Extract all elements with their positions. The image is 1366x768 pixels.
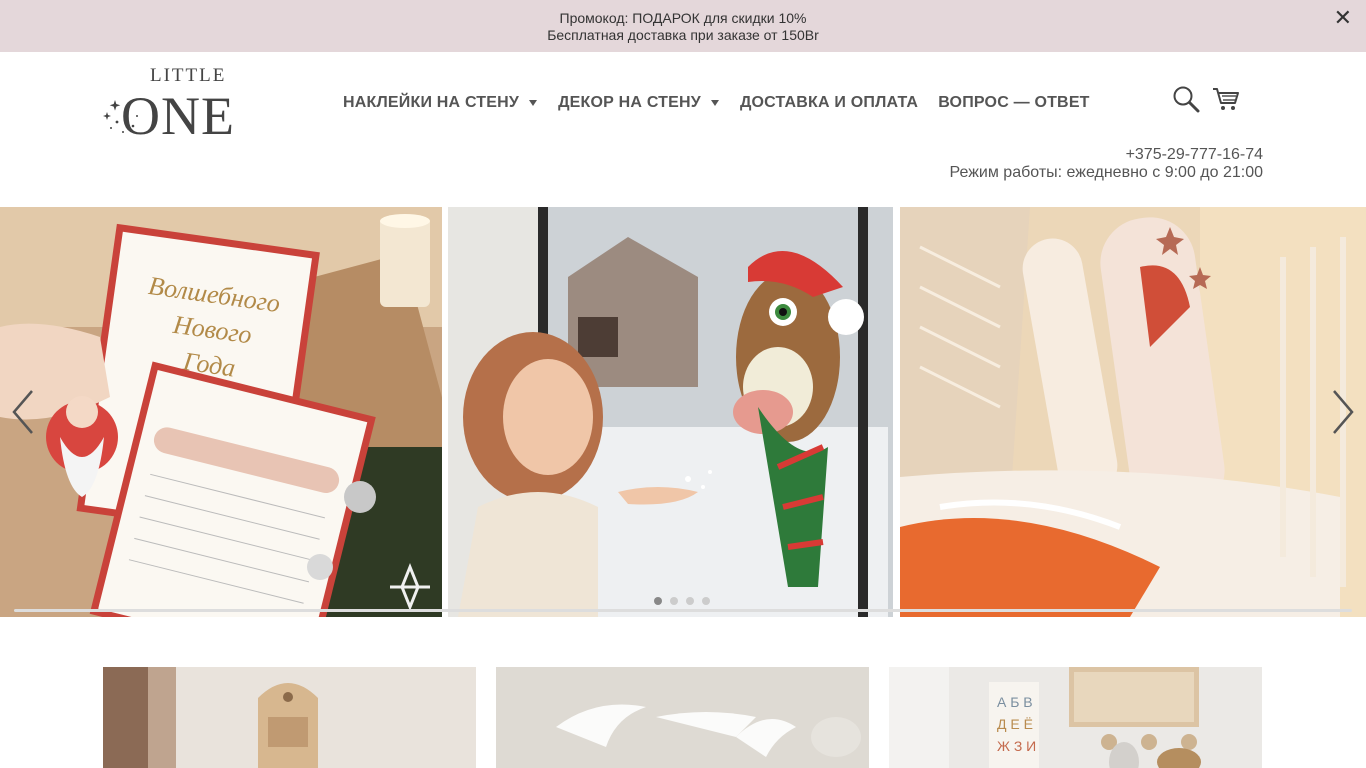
svg-text:А Б В: А Б В: [997, 694, 1033, 710]
slide-image-rolled-posters: [900, 207, 1366, 617]
slider-dot[interactable]: [702, 597, 710, 605]
svg-text:Ж З И: Ж З И: [997, 738, 1036, 754]
slider-dot[interactable]: [654, 597, 662, 605]
prev-arrow-icon[interactable]: [8, 387, 38, 437]
slide-image-new-year-letters: Волшебного Нового Года: [0, 207, 442, 617]
nav-item-label: ДЕКОР НА СТЕНУ: [558, 94, 701, 111]
nav-item-label: ВОПРОС — ОТВЕТ: [938, 94, 1090, 111]
working-hours: Режим работы: ежедневно с 9:00 до 21:00: [949, 164, 1263, 181]
promo-bar: Промокод: ПОДАРОК для скидки 10% Бесплат…: [0, 0, 1366, 52]
hero-slider[interactable]: Волшебного Нового Года: [0, 207, 1366, 617]
category-card-height-chart[interactable]: А Б В Д Е Ё Ж З И: [889, 667, 1262, 768]
slider-progress-track: [14, 609, 1352, 612]
caret-down-icon: [529, 100, 538, 106]
slider-dot[interactable]: [686, 597, 694, 605]
category-card-house-decor[interactable]: [103, 667, 476, 768]
logo[interactable]: LITTLE ONE: [103, 62, 255, 138]
slider-pagination: [654, 597, 710, 605]
contact-info: +375-29-777-16-74 Режим работы: ежедневн…: [950, 146, 1263, 182]
search-icon[interactable]: [1172, 85, 1200, 113]
nav-item-label: НАКЛЕЙКИ НА СТЕНУ: [343, 94, 520, 111]
close-icon[interactable]: ✕: [1334, 7, 1352, 29]
main-nav: НАКЛЕЙКИ НА СТЕНУ ДЕКОР НА СТЕНУ ДОСТАВК…: [343, 94, 1090, 112]
phone-number[interactable]: +375-29-777-16-74: [950, 146, 1263, 164]
next-arrow-icon[interactable]: [1328, 387, 1358, 437]
category-card-swans[interactable]: [496, 667, 869, 768]
logo-small-text: LITTLE: [150, 65, 226, 86]
nav-item-delivery[interactable]: ДОСТАВКА И ОПЛАТА: [740, 94, 918, 112]
free-delivery-text: Бесплатная доставка при заказе от 150Br: [547, 27, 819, 43]
nav-item-label: ДОСТАВКА И ОПЛАТА: [739, 94, 919, 111]
slide-image-girl-horse-window: [448, 207, 893, 617]
logo-big-text: ONE: [121, 86, 235, 138]
promo-code-text: Промокод: ПОДАРОК для скидки 10%: [559, 10, 807, 26]
category-cards: А Б В Д Е Ё Ж З И: [103, 667, 1262, 768]
nav-item-faq[interactable]: ВОПРОС — ОТВЕТ: [938, 94, 1089, 112]
nav-item-wall-stickers[interactable]: НАКЛЕЙКИ НА СТЕНУ: [343, 94, 538, 112]
cart-icon[interactable]: [1212, 86, 1240, 112]
caret-down-icon: [710, 100, 719, 106]
svg-text:Д Е Ё: Д Е Ё: [997, 716, 1033, 732]
nav-item-wall-decor[interactable]: ДЕКОР НА СТЕНУ: [558, 94, 719, 112]
slider-dot[interactable]: [670, 597, 678, 605]
